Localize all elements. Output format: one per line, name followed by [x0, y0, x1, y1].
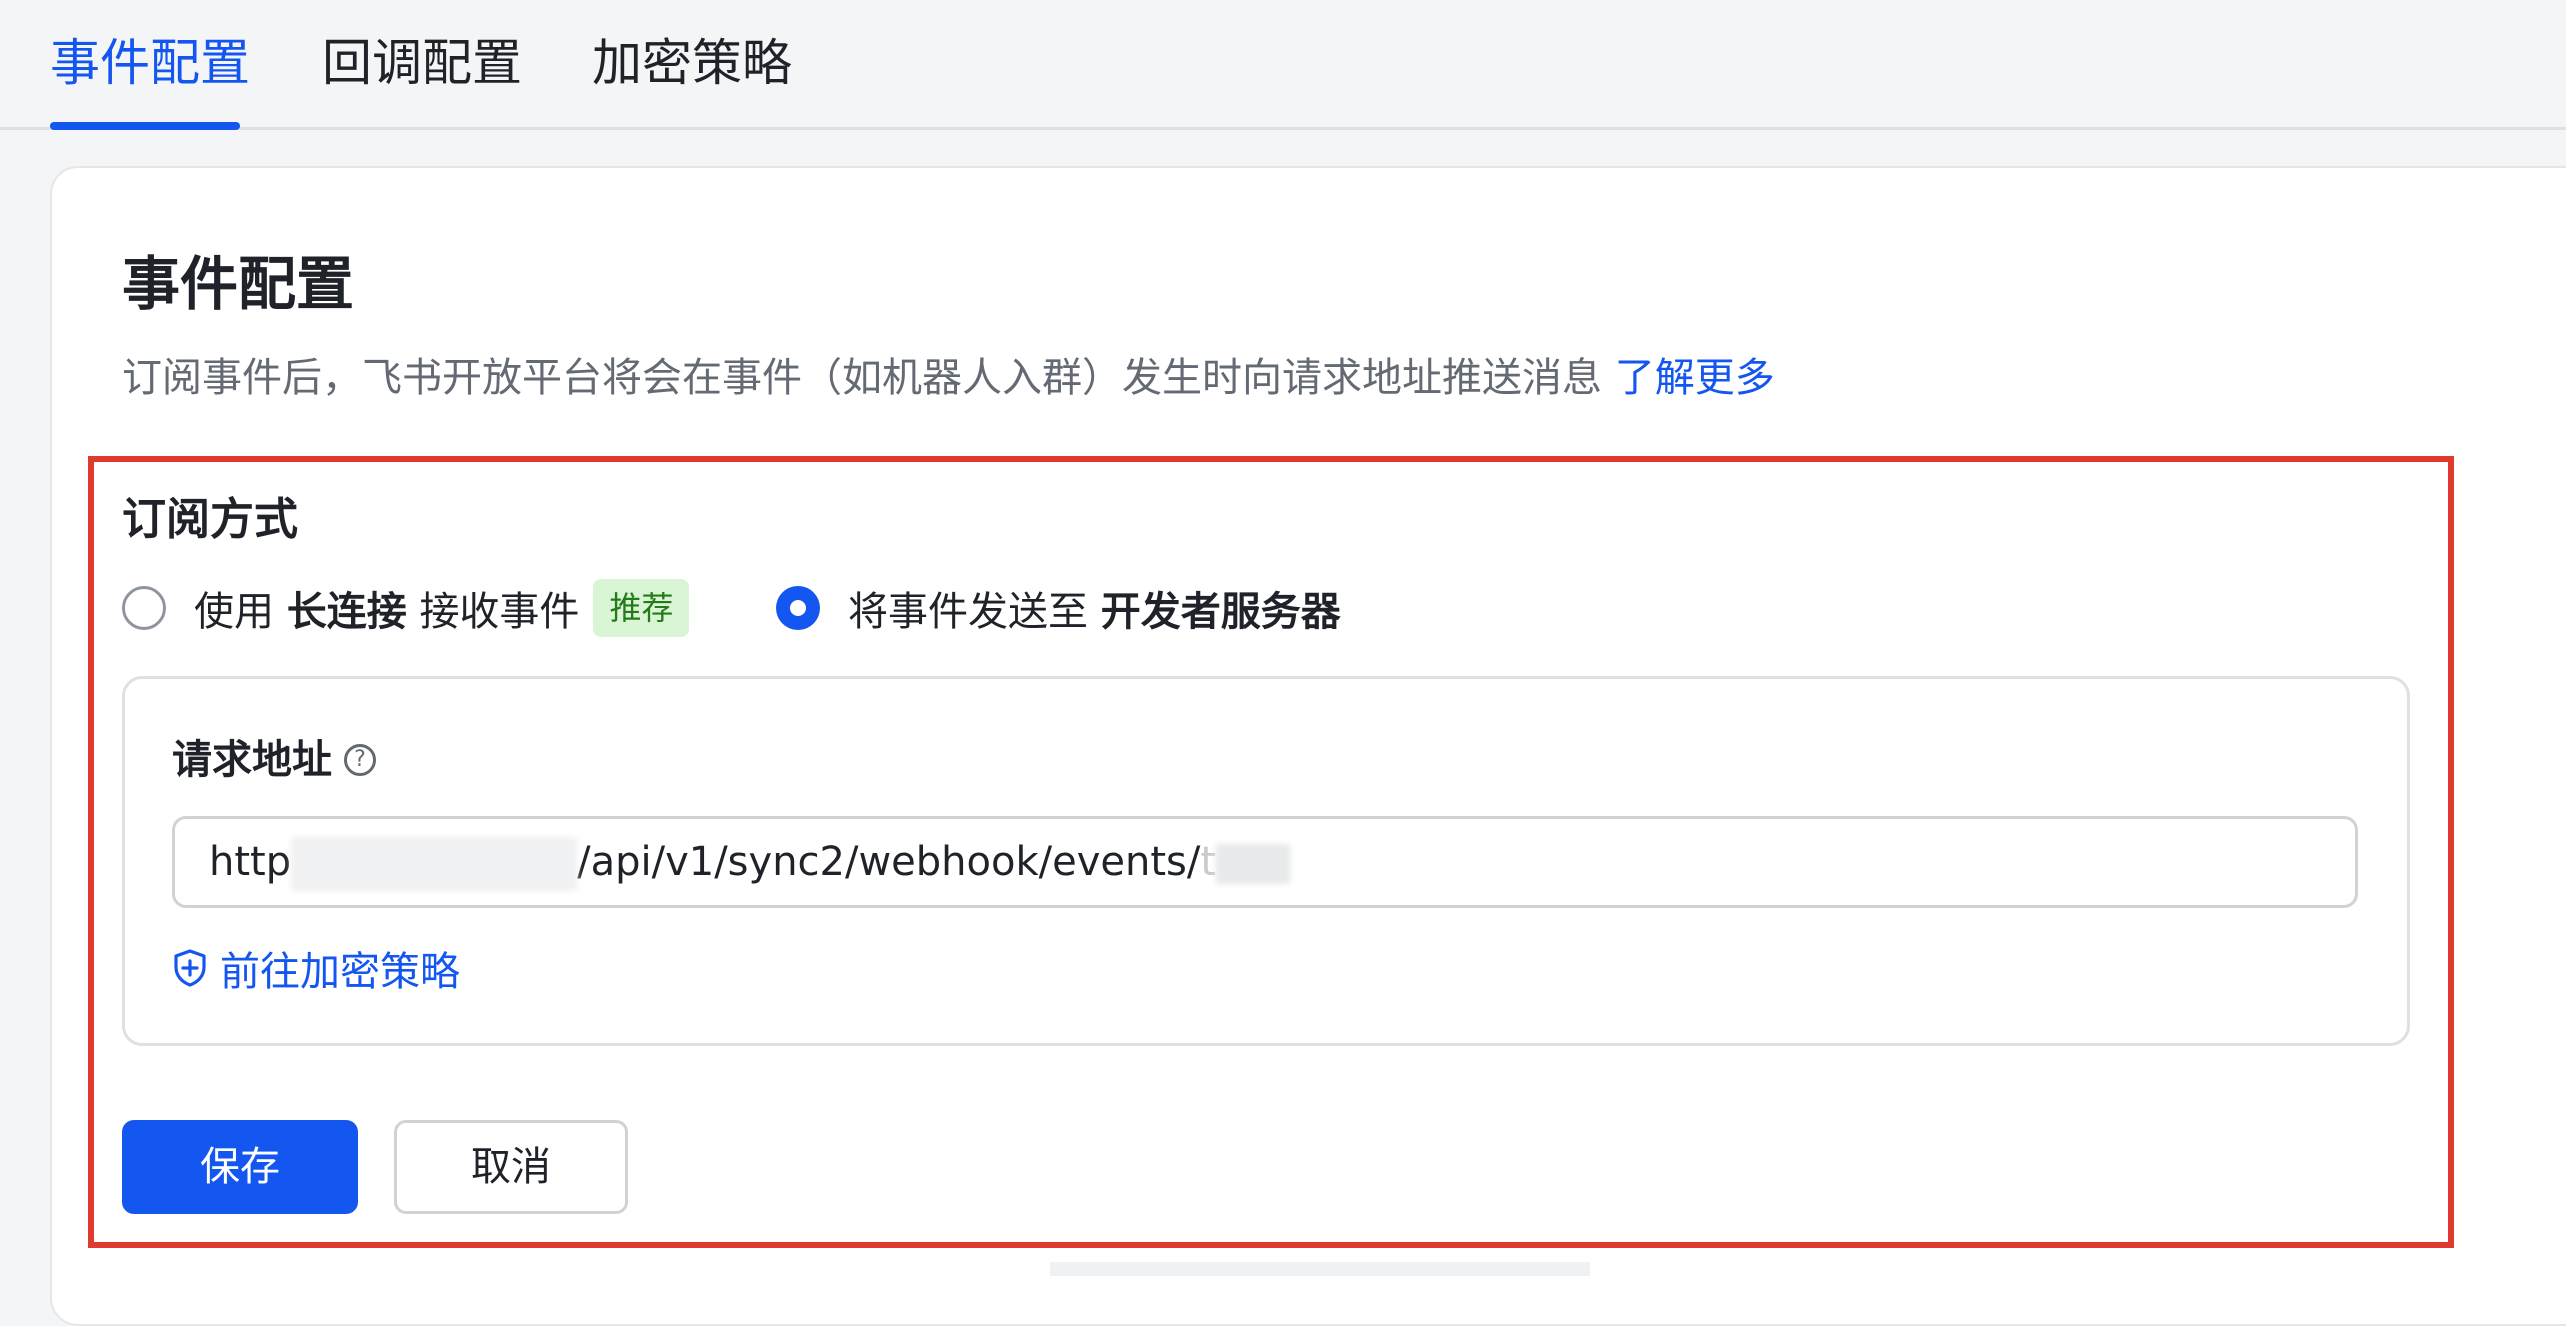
radio-long-connection-label: 使用 长连接 接收事件: [194, 579, 579, 637]
bottom-strip: [1050, 1262, 1590, 1276]
request-url-label: 请求地址 ?: [172, 730, 376, 790]
radio-long-prefix: 使用: [194, 589, 274, 635]
url-prefix: http: [209, 839, 292, 885]
recommended-badge: 推荐: [593, 579, 690, 637]
radio-long-connection-circle[interactable]: [122, 586, 166, 630]
learn-more-link[interactable]: 了解更多: [1615, 355, 1775, 401]
question-circle-icon[interactable]: ?: [344, 744, 376, 776]
page-title: 事件配置: [122, 250, 355, 318]
radio-long-suffix: 接收事件: [419, 589, 580, 635]
shield-plus-icon: [174, 949, 206, 987]
radio-server-bold: 开发者服务器: [1100, 589, 1341, 635]
redacted-host: [291, 837, 578, 891]
tab-callback-config[interactable]: 回调配置: [322, 28, 522, 98]
tab-encryption-policy[interactable]: 加密策略: [592, 28, 792, 98]
go-to-encryption-label: 前往加密策略: [220, 949, 460, 995]
save-button[interactable]: 保存: [122, 1120, 358, 1214]
url-path: /api/v1/sync2/webhook/events/: [577, 839, 1201, 885]
radio-long-connection[interactable]: 使用 长连接 接收事件 推荐: [122, 576, 690, 640]
url-tail: t: [1200, 839, 1217, 885]
active-tab-indicator: [50, 122, 240, 130]
subscription-method-title: 订阅方式: [122, 494, 298, 545]
request-url-input[interactable]: http/api/v1/sync2/webhook/events/t: [172, 816, 2358, 908]
go-to-encryption-link[interactable]: 前往加密策略: [172, 938, 460, 998]
page-description: 订阅事件后，飞书开放平台将会在事件（如机器人入群）发生时向请求地址推送消息 了解…: [122, 348, 1775, 408]
cancel-button[interactable]: 取消: [394, 1120, 628, 1214]
redacted-token: [1216, 844, 1291, 884]
radio-long-bold: 长连接: [286, 589, 407, 635]
radio-developer-server-circle[interactable]: [776, 586, 820, 630]
radio-developer-server[interactable]: 将事件发送至 开发者服务器: [776, 576, 1341, 640]
radio-developer-server-label: 将事件发送至 开发者服务器: [848, 579, 1341, 637]
description-text: 订阅事件后，飞书开放平台将会在事件（如机器人入群）发生时向请求地址推送消息: [122, 355, 1602, 401]
radio-server-prefix: 将事件发送至: [848, 589, 1088, 635]
request-url-label-text: 请求地址: [172, 737, 332, 783]
tab-bar: 事件配置 回调配置 加密策略: [0, 0, 2566, 130]
tab-event-config[interactable]: 事件配置: [50, 28, 250, 98]
